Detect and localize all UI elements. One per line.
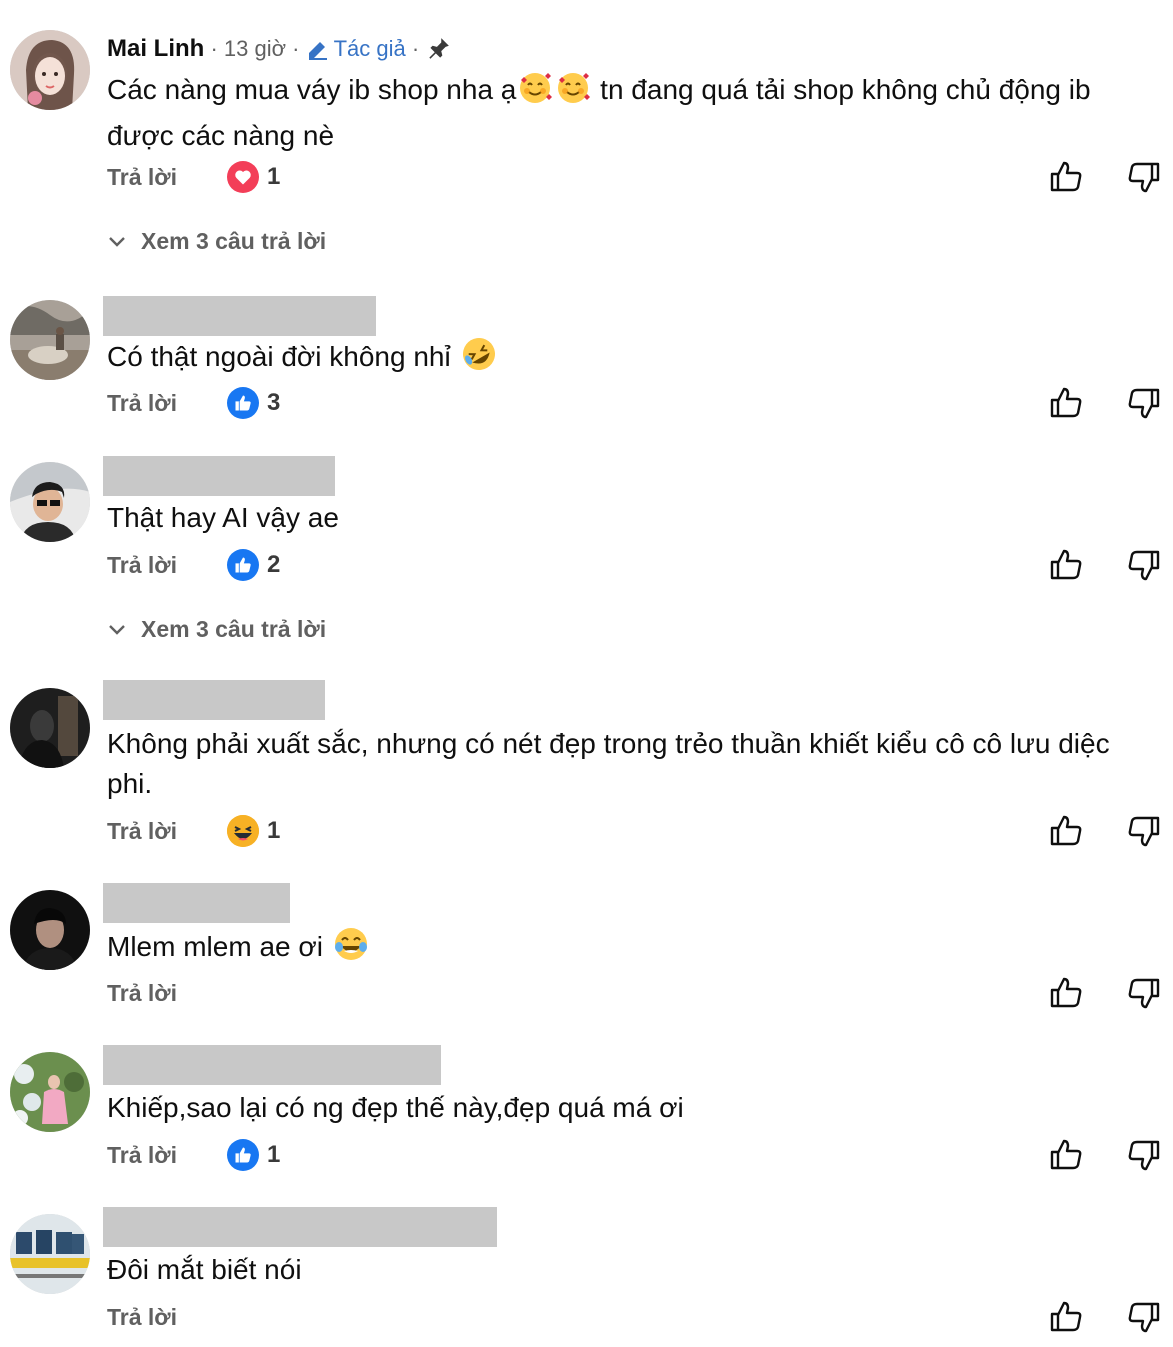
thumbs-up-icon[interactable] [1048,1137,1084,1173]
comment-actions: Trả lời 1 [107,1138,280,1172]
avatar[interactable] [10,30,90,110]
reply-button[interactable]: Trả lời [107,1142,227,1169]
comment-text: Thật hay AI vậy ae [107,502,339,533]
comment-actions: Trả lời 3 [107,386,280,420]
avatar[interactable] [10,688,90,768]
separator: · [204,36,224,61]
comment-text: Có thật ngoài đời không nhỉ [107,336,1157,383]
avatar[interactable] [10,1214,90,1294]
thumbs-up-icon[interactable] [1048,1299,1084,1335]
redacted-username [103,883,290,923]
reply-button[interactable]: Trả lời [107,818,227,845]
redacted-username [103,680,325,720]
reaction-summary[interactable]: 3 [227,387,280,419]
thumbs-down-icon[interactable] [1126,813,1162,849]
thumbs-up-icon[interactable] [1048,975,1084,1011]
thumbs-up-icon[interactable] [1048,547,1084,583]
comment-text: Đôi mắt biết nói [107,1254,302,1285]
view-replies-button[interactable]: Xem 3 câu trả lời [107,613,326,645]
pencil-icon [308,40,327,60]
like-reaction-icon [227,1139,259,1171]
like-reaction-icon [227,387,259,419]
pin-icon [425,36,451,62]
redacted-username [103,1045,441,1085]
thumbs-down-icon[interactable] [1126,1299,1162,1335]
comment-text: Các nàng mua váy ib shop nha ạ tn đang q… [107,70,1157,156]
smiling-face-with-hearts-icon [556,71,591,116]
thumbs-up-icon[interactable] [1048,385,1084,421]
author-name[interactable]: Mai Linh [107,35,204,63]
redacted-username [103,296,376,336]
thumbs-down-icon[interactable] [1126,1137,1162,1173]
rolling-on-floor-laughing-icon [461,336,497,383]
comment-text: Khiếp,sao lại có ng đẹp thế này,đẹp quá … [107,1092,684,1123]
haha-reaction-icon [227,815,259,847]
thumbs-down-icon[interactable] [1126,385,1162,421]
avatar[interactable] [10,462,90,542]
redacted-username [103,456,335,496]
author-badge: Tác giả [306,36,406,62]
comment-actions: Trả lời [107,1300,227,1334]
reaction-summary[interactable]: 1 [227,1139,280,1171]
comment-header: Mai Linh · 13 giờ · Tác giả · [107,33,451,65]
reaction-count: 1 [267,817,281,844]
reply-button[interactable]: Trả lời [107,390,227,417]
avatar[interactable] [10,1052,90,1132]
thumbs-up-icon[interactable] [1048,159,1084,195]
reply-button[interactable]: Trả lời [107,1304,227,1331]
reaction-summary[interactable]: 2 [227,549,280,581]
view-replies-button[interactable]: Xem 3 câu trả lời [107,225,326,257]
separator: · [286,36,306,61]
comment-actions: Trả lời 2 [107,548,280,582]
thumbs-down-icon[interactable] [1126,159,1162,195]
avatar[interactable] [10,890,90,970]
heart-reaction-icon [227,161,259,193]
reply-button[interactable]: Trả lời [107,552,227,579]
chevron-down-icon [109,237,125,247]
smiling-face-with-hearts-icon [518,71,553,116]
reaction-count: 2 [267,551,281,578]
reaction-count: 1 [267,1141,281,1168]
reply-button[interactable]: Trả lời [107,164,227,191]
redacted-username [103,1207,497,1247]
comment-actions: Trả lời [107,976,227,1010]
reaction-summary[interactable]: 1 [227,161,280,193]
chevron-down-icon [109,625,125,635]
comment-text: Không phải xuất sắc, nhưng có nét đẹp tr… [107,728,1110,799]
reaction-summary[interactable]: 1 [227,815,280,847]
timestamp[interactable]: 13 giờ [224,36,286,62]
avatar[interactable] [10,300,90,380]
comment-text: Mlem mlem ae ơi [107,926,1157,973]
reaction-count: 3 [267,389,281,416]
thumbs-down-icon[interactable] [1126,547,1162,583]
comment-actions: Trả lời 1 [107,814,280,848]
like-reaction-icon [227,549,259,581]
reply-button[interactable]: Trả lời [107,980,227,1007]
reaction-count: 1 [267,163,281,190]
thumbs-down-icon[interactable] [1126,975,1162,1011]
separator: · [405,36,426,61]
thumbs-up-icon[interactable] [1048,813,1084,849]
comment-actions: Trả lời 1 [107,160,280,194]
face-with-tears-of-joy-icon [333,926,369,973]
